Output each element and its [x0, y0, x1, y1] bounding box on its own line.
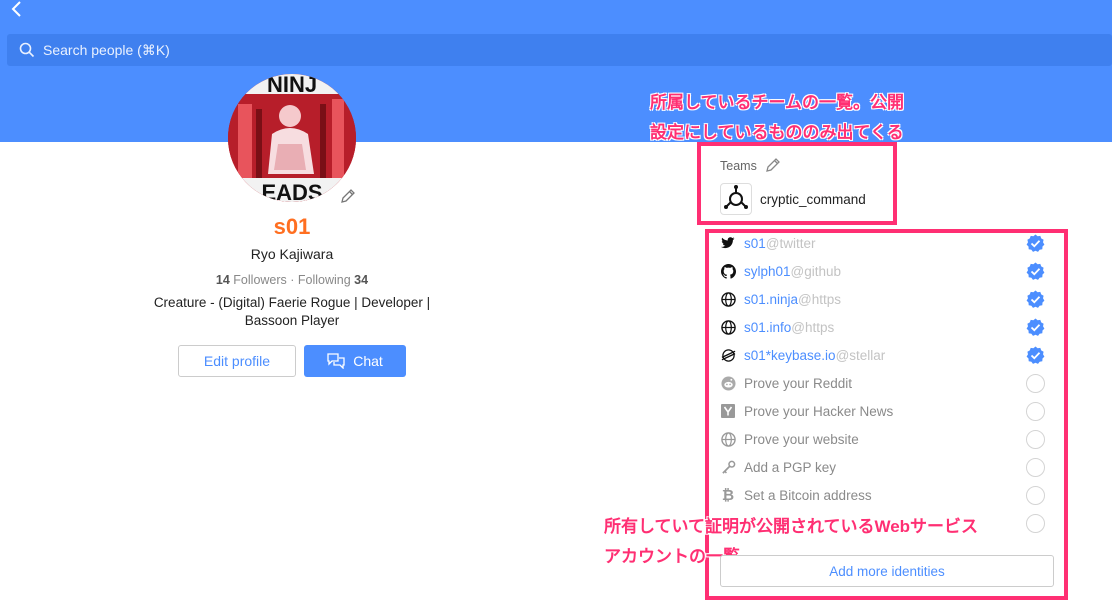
- identity-handle: s01.ninja: [744, 291, 799, 307]
- chat-icon: [327, 353, 345, 369]
- identity-service: @https: [798, 291, 842, 307]
- key-icon: [720, 459, 736, 475]
- search-placeholder: Search people (⌘K): [43, 41, 170, 58]
- team-logo-icon[interactable]: [720, 183, 752, 215]
- globe-icon: [720, 319, 736, 335]
- identity-row[interactable]: s01 @twitter: [720, 229, 1050, 257]
- following-count[interactable]: 34: [354, 273, 368, 287]
- proof-row[interactable]: Prove your Reddit: [720, 369, 1050, 397]
- proof-label: Prove your website: [744, 431, 859, 447]
- chat-button[interactable]: Chat: [304, 345, 406, 377]
- identity-row[interactable]: sylph01 @github: [720, 257, 1050, 285]
- proof-row[interactable]: ₿ Set a Bitcoin address: [720, 481, 1050, 509]
- github-icon: [720, 263, 736, 279]
- verified-badge-icon: [1026, 262, 1045, 281]
- bio-line: Bassoon Player: [244, 313, 340, 328]
- search-icon: [19, 42, 35, 58]
- unverified-circle-icon: [1026, 430, 1045, 449]
- username: s01: [273, 214, 311, 239]
- proof-label: Prove your Reddit: [744, 375, 853, 391]
- avatar[interactable]: NINJ EADS: [228, 74, 356, 202]
- teams-annotation: 所属しているチームの一覧。公開 設定にしているもののみ出てくる: [650, 88, 904, 148]
- bio-line: Creature - (Digital) Faerie Rogue | Deve…: [153, 295, 431, 310]
- chat-label: Chat: [353, 353, 383, 369]
- identity-row[interactable]: s01.ninja @https: [720, 285, 1050, 313]
- proof-label: Set a Bitcoin address: [744, 487, 872, 503]
- proof-row[interactable]: Prove your Hacker News: [720, 397, 1050, 425]
- avatar-text-top: NINJ: [267, 74, 317, 97]
- identity-handle: sylph01: [744, 263, 791, 279]
- identity-service: @github: [790, 263, 842, 279]
- identity-handle: s01*keybase.io: [744, 347, 836, 363]
- identity-row[interactable]: s01*keybase.io @stellar: [720, 341, 1050, 369]
- followers-count[interactable]: 14: [216, 273, 230, 287]
- edit-teams-pencil-icon[interactable]: [764, 156, 782, 174]
- annotation-line: 所有していて証明が公開されているWebサービス: [604, 517, 979, 536]
- identity-handle: s01.info: [744, 319, 792, 335]
- identity-row[interactable]: s01.info @https: [720, 313, 1050, 341]
- edit-avatar-pencil-icon[interactable]: [339, 187, 357, 205]
- follow-stats[interactable]: 14 Followers · Following 34: [0, 273, 584, 287]
- reddit-icon: [720, 375, 736, 391]
- team-name[interactable]: cryptic_command: [760, 192, 866, 207]
- stellar-icon: [720, 347, 736, 363]
- identity-service: @stellar: [835, 347, 886, 363]
- proof-label: Add a PGP key: [744, 459, 837, 475]
- verified-badge-icon: [1026, 318, 1045, 337]
- header-banner: [0, 0, 1112, 142]
- verified-badge-icon: [1026, 290, 1045, 309]
- verified-badge-icon: [1026, 234, 1045, 253]
- hacker-news-icon: [720, 403, 736, 419]
- unverified-circle-icon: [1026, 374, 1045, 393]
- full-name: Ryo Kajiwara: [250, 246, 334, 262]
- search-input[interactable]: Search people (⌘K): [7, 34, 1112, 66]
- globe-icon: [720, 291, 736, 307]
- unverified-circle-icon: [1026, 402, 1045, 421]
- globe-icon: [720, 431, 736, 447]
- unverified-circle-icon: [1026, 486, 1045, 505]
- verified-badge-icon: [1026, 346, 1045, 365]
- follow-stats-label: Followers · Following: [229, 273, 355, 287]
- edit-profile-button[interactable]: Edit profile: [178, 345, 296, 377]
- bitcoin-icon: ₿: [721, 486, 735, 504]
- teams-label: Teams: [720, 159, 757, 173]
- avatar-text-bottom: EADS: [261, 180, 322, 202]
- back-arrow-icon[interactable]: [10, 0, 30, 22]
- annotation-line: 所属しているチームの一覧。公開: [650, 93, 904, 112]
- identity-service: @https: [791, 319, 835, 335]
- twitter-icon: [720, 235, 736, 251]
- unverified-circle-icon: [1026, 458, 1045, 477]
- proof-row[interactable]: Prove your website: [720, 425, 1050, 453]
- identity-handle: s01: [744, 235, 766, 251]
- proof-row[interactable]: Add a PGP key: [720, 453, 1050, 481]
- identity-service: @twitter: [765, 235, 816, 251]
- add-more-identities-button[interactable]: Add more identities: [720, 555, 1054, 587]
- bio: Creature - (Digital) Faerie Rogue | Deve…: [145, 294, 439, 330]
- unverified-circle-icon: [1026, 514, 1045, 533]
- proof-label: Prove your Hacker News: [744, 403, 894, 419]
